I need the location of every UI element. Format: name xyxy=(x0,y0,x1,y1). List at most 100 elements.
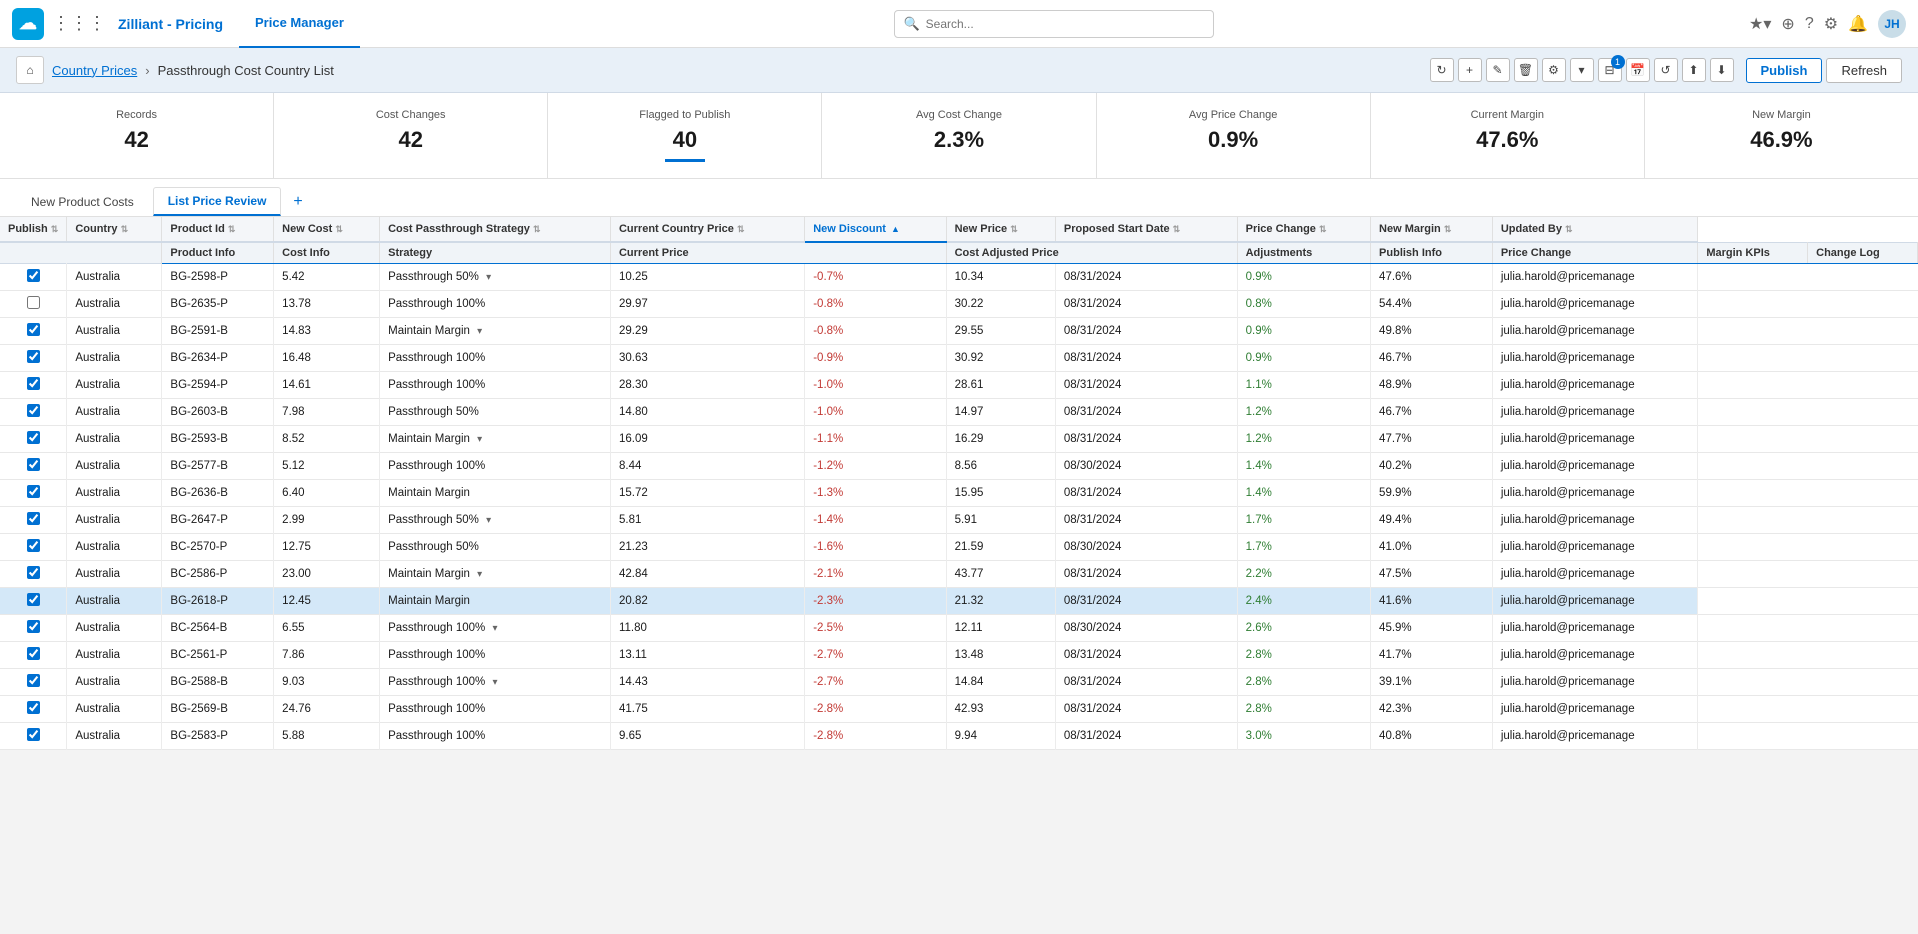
search-input[interactable] xyxy=(926,17,1206,31)
publish-checkbox[interactable] xyxy=(27,701,40,714)
col-header-product_id[interactable]: Product Id ⇅ xyxy=(162,217,274,242)
publish-cell[interactable] xyxy=(0,426,67,453)
publish-cell[interactable] xyxy=(0,318,67,345)
publish-checkbox[interactable] xyxy=(27,296,40,309)
table-row: AustraliaBG-2636-B6.40Maintain Margin15.… xyxy=(0,480,1918,507)
publish-checkbox[interactable] xyxy=(27,458,40,471)
publish-checkbox[interactable] xyxy=(27,566,40,579)
breadcrumb-parent[interactable]: Country Prices xyxy=(52,63,137,78)
plus-nav-icon[interactable]: ⊕ xyxy=(1781,14,1794,34)
strategy-dropdown[interactable]: ▾ xyxy=(486,272,491,283)
strategy-dropdown[interactable]: ▾ xyxy=(492,677,497,688)
edit-bc-button[interactable]: ✎ xyxy=(1486,58,1510,82)
col-header-new_discount[interactable]: New Discount ▲ xyxy=(805,217,946,242)
col-header-new_price[interactable]: New Price ⇅ xyxy=(946,217,1055,242)
dropdown-bc-button[interactable]: ▾ xyxy=(1570,58,1594,82)
strategy-dropdown[interactable]: ▾ xyxy=(477,434,482,445)
tab-price-manager[interactable]: Price Manager xyxy=(239,0,360,48)
new-price-cell: 30.92 xyxy=(946,345,1055,372)
view-tab-list-price-review[interactable]: List Price Review xyxy=(153,187,282,216)
filter-button[interactable]: ⊟ 1 xyxy=(1598,58,1622,82)
add-tab-button[interactable]: + xyxy=(285,189,310,215)
updated-by-cell: julia.harold@pricemanage xyxy=(1492,723,1698,750)
search-bar[interactable]: 🔍 xyxy=(894,10,1214,38)
publish-cell[interactable] xyxy=(0,534,67,561)
publish-checkbox[interactable] xyxy=(27,593,40,606)
col-header-new_margin[interactable]: New Margin ⇅ xyxy=(1371,217,1493,242)
publish-checkbox[interactable] xyxy=(27,647,40,660)
product-id-cell: BG-2598-P xyxy=(162,264,274,291)
new-price-cell: 13.48 xyxy=(946,642,1055,669)
col-header-new_cost[interactable]: New Cost ⇅ xyxy=(274,217,380,242)
new-bc-button[interactable]: + xyxy=(1458,58,1482,82)
publish-checkbox[interactable] xyxy=(27,539,40,552)
publish-checkbox[interactable] xyxy=(27,674,40,687)
publish-checkbox[interactable] xyxy=(27,728,40,741)
publish-cell[interactable] xyxy=(0,345,67,372)
publish-checkbox[interactable] xyxy=(27,377,40,390)
strategy-dropdown[interactable]: ▾ xyxy=(477,569,482,580)
publish-checkbox[interactable] xyxy=(27,512,40,525)
bell-icon[interactable]: 🔔 xyxy=(1848,14,1868,34)
publish-checkbox[interactable] xyxy=(27,323,40,336)
table-row: AustraliaBG-2647-P2.99Passthrough 50% ▾5… xyxy=(0,507,1918,534)
col-header-updated_by[interactable]: Updated By ⇅ xyxy=(1492,217,1698,242)
strategy-dropdown[interactable]: ▾ xyxy=(486,515,491,526)
new-margin-cell: 40.2% xyxy=(1371,453,1493,480)
reset-bc-button[interactable]: ↺ xyxy=(1654,58,1678,82)
publish-cell[interactable] xyxy=(0,588,67,615)
publish-checkbox[interactable] xyxy=(27,620,40,633)
publish-cell[interactable] xyxy=(0,723,67,750)
publish-cell[interactable] xyxy=(0,561,67,588)
stat-card-avg-cost-change: Avg Cost Change 2.3% xyxy=(822,93,1096,178)
publish-cell[interactable] xyxy=(0,696,67,723)
publish-cell[interactable] xyxy=(0,291,67,318)
col-header-publish[interactable]: Publish ⇅ xyxy=(0,217,67,242)
settings-bc-button[interactable]: ⚙ xyxy=(1542,58,1566,82)
grid-icon[interactable]: ⋮⋮⋮ xyxy=(52,13,106,34)
star-icon[interactable]: ★▾ xyxy=(1749,14,1771,34)
calendar-bc-button[interactable]: 📅 xyxy=(1626,58,1650,82)
publish-cell[interactable] xyxy=(0,453,67,480)
search-area: 🔍 xyxy=(368,10,1741,38)
publish-checkbox[interactable] xyxy=(27,350,40,363)
stat-card-new-margin: New Margin 46.9% xyxy=(1645,93,1918,178)
publish-cell[interactable] xyxy=(0,480,67,507)
strategy-cell: Passthrough 50% ▾ xyxy=(380,264,611,291)
delete-bc-button[interactable]: 🗑 xyxy=(1514,58,1538,82)
publish-cell[interactable] xyxy=(0,264,67,291)
col-header-price_change[interactable]: Price Change ⇅ xyxy=(1237,217,1370,242)
publish-checkbox[interactable] xyxy=(27,485,40,498)
publish-cell[interactable] xyxy=(0,507,67,534)
strategy-dropdown[interactable]: ▾ xyxy=(492,623,497,634)
avatar[interactable]: JH xyxy=(1878,10,1906,38)
country-cell: Australia xyxy=(67,318,162,345)
publish-cell[interactable] xyxy=(0,669,67,696)
proposed-start-date-cell: 08/30/2024 xyxy=(1055,453,1237,480)
new-discount-cell: -1.3% xyxy=(805,480,946,507)
publish-checkbox[interactable] xyxy=(27,404,40,417)
upload-button[interactable]: ⬆ xyxy=(1682,58,1706,82)
column-header-row: Publish ⇅Country ⇅Product Id ⇅New Cost ⇅… xyxy=(0,217,1918,242)
publish-cell[interactable] xyxy=(0,372,67,399)
new-price-cell: 21.59 xyxy=(946,534,1055,561)
col-header-country[interactable]: Country ⇅ xyxy=(67,217,162,242)
publish-cell[interactable] xyxy=(0,399,67,426)
publish-cell[interactable] xyxy=(0,615,67,642)
col-header-strategy[interactable]: Cost Passthrough Strategy ⇅ xyxy=(380,217,611,242)
col-header-current_country_price[interactable]: Current Country Price ⇅ xyxy=(610,217,804,242)
publish-button[interactable]: Publish xyxy=(1746,58,1823,83)
help-icon[interactable]: ? xyxy=(1805,15,1814,33)
publish-checkbox[interactable] xyxy=(27,431,40,444)
home-button[interactable]: ⌂ xyxy=(16,56,44,84)
col-header-proposed_start_date[interactable]: Proposed Start Date ⇅ xyxy=(1055,217,1237,242)
publish-checkbox[interactable] xyxy=(27,269,40,282)
settings-nav-icon[interactable]: ⚙ xyxy=(1824,14,1838,34)
publish-cell[interactable] xyxy=(0,642,67,669)
refresh-bc-button[interactable]: ↻ xyxy=(1430,58,1454,82)
new-price-cell: 9.94 xyxy=(946,723,1055,750)
download-button[interactable]: ⬇ xyxy=(1710,58,1734,82)
view-tab-new-product-costs[interactable]: New Product Costs xyxy=(16,188,149,216)
strategy-dropdown[interactable]: ▾ xyxy=(477,326,482,337)
refresh-button[interactable]: Refresh xyxy=(1826,58,1902,83)
